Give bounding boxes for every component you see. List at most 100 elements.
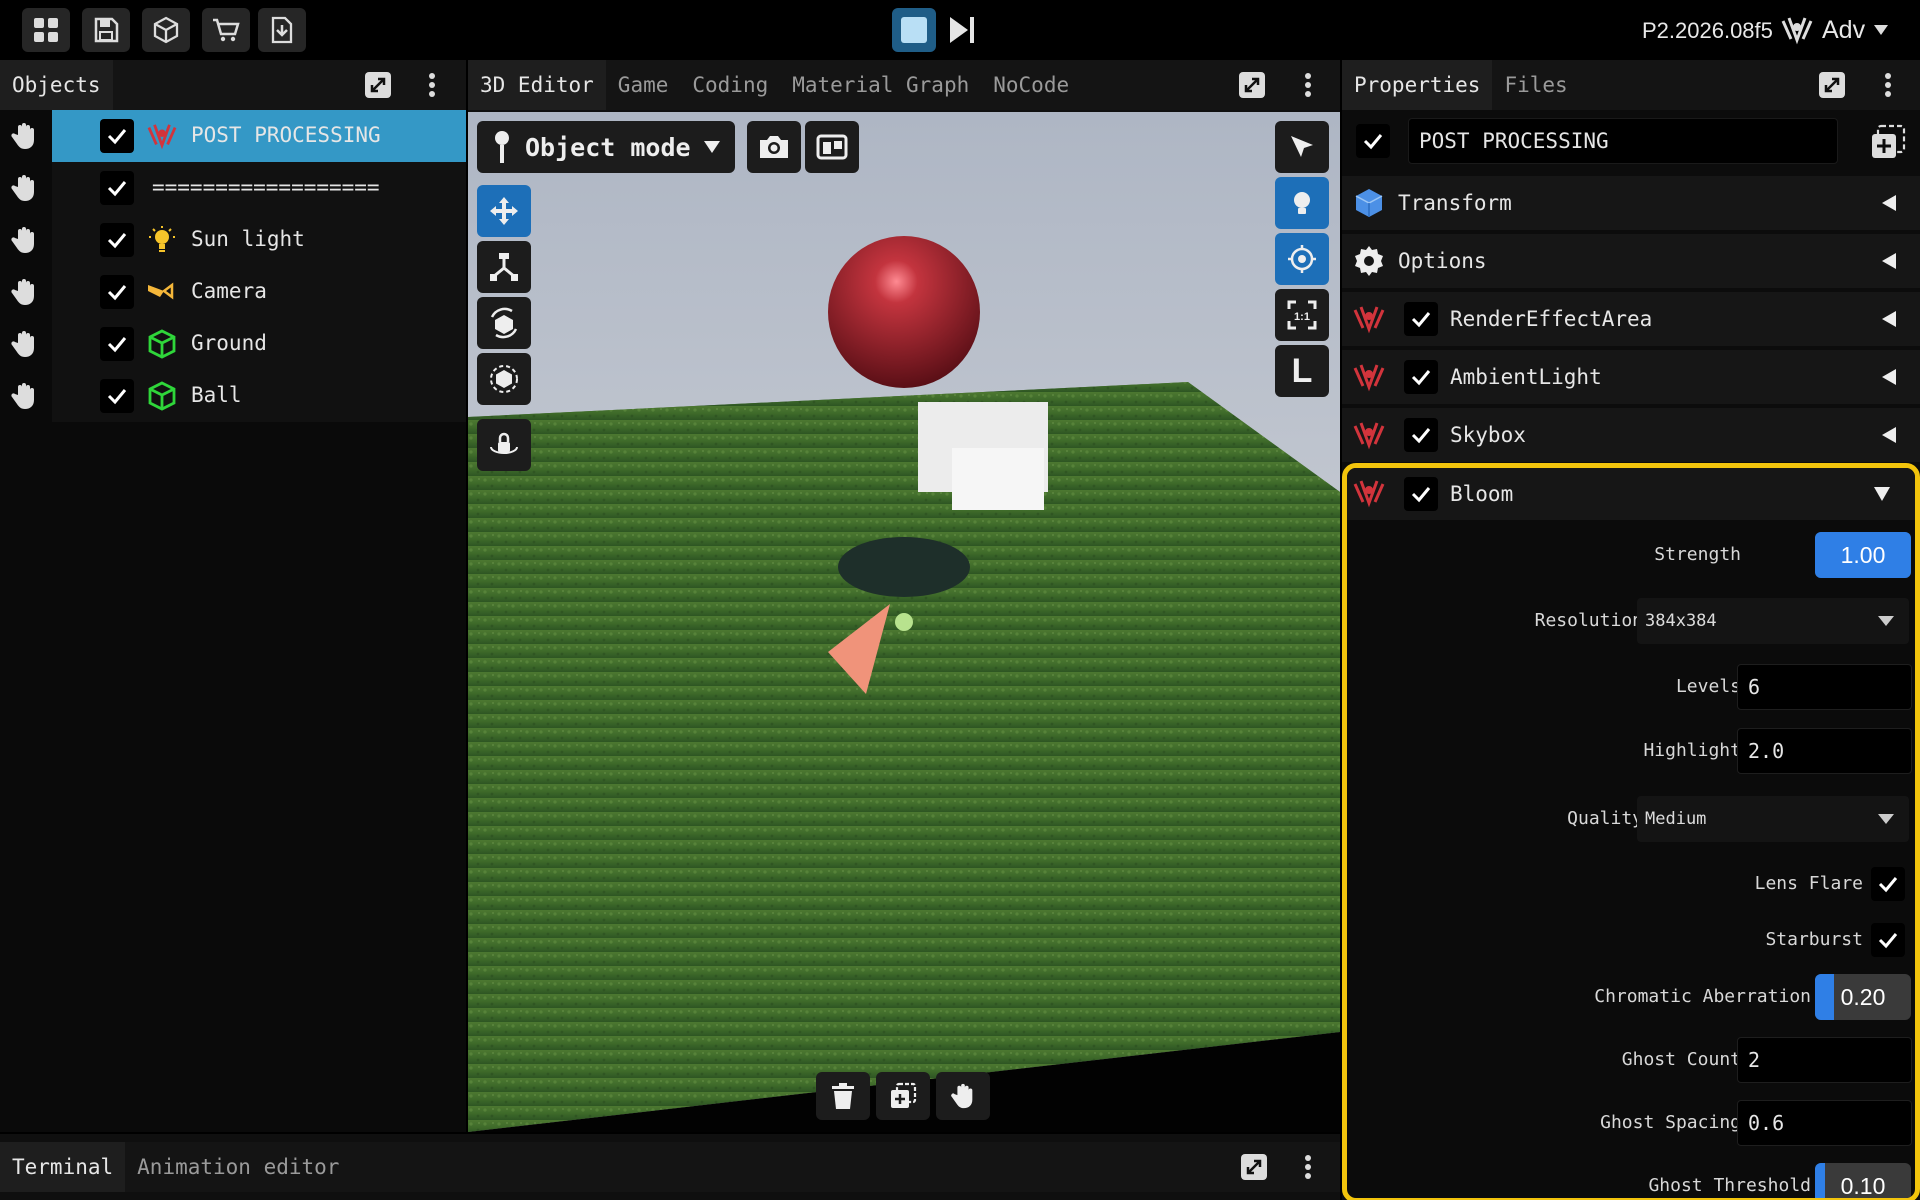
component-enabled-checkbox[interactable] [1404, 418, 1438, 452]
list-item[interactable]: Camera [0, 266, 466, 318]
chromatic-aberration-slider[interactable]: 0.20 [1815, 974, 1911, 1020]
expand-arrow-icon[interactable] [1873, 486, 1891, 502]
list-item[interactable]: Sun light [0, 214, 466, 266]
field-ghost-count: Ghost Count 2 [1347, 1035, 1915, 1085]
section-options[interactable]: Options [1342, 234, 1920, 288]
delete-button[interactable] [816, 1072, 870, 1120]
drag-hand-icon[interactable] [6, 274, 42, 310]
tab-material-graph[interactable]: Material Graph [780, 60, 981, 110]
collapse-arrow-icon[interactable] [1880, 194, 1898, 212]
component-enabled-checkbox[interactable] [1404, 302, 1438, 336]
section-label: Transform [1398, 191, 1512, 215]
user-menu[interactable]: Adv [1780, 10, 1889, 50]
save-icon[interactable] [82, 8, 130, 52]
more-menu-icon[interactable] [416, 69, 448, 101]
tab-terminal[interactable]: Terminal [0, 1142, 126, 1192]
list-item[interactable]: ================== [0, 162, 466, 214]
field-ghost-threshold: Ghost Threshold 0.10 [1347, 1161, 1915, 1198]
version-label: P2.2026.08f5 [1642, 18, 1773, 43]
expand-icon[interactable] [362, 69, 394, 101]
light-toggle-button[interactable] [1275, 177, 1329, 229]
visibility-checkbox[interactable] [100, 223, 134, 257]
collapse-arrow-icon[interactable] [1880, 368, 1898, 386]
list-item[interactable]: Ball [0, 370, 466, 422]
rotate-tool-button[interactable] [477, 297, 531, 349]
field-chromatic-aberration: Chromatic Aberration 0.20 [1347, 972, 1915, 1022]
visibility-checkbox[interactable] [100, 171, 134, 205]
highlight-input[interactable]: 2.0 [1737, 728, 1912, 774]
tab-3d-editor[interactable]: 3D Editor [468, 60, 606, 110]
tab-game[interactable]: Game [606, 60, 681, 110]
fit-view-button[interactable]: 1:1 [1275, 289, 1329, 341]
visibility-checkbox[interactable] [100, 327, 134, 361]
move-tool-button[interactable] [477, 185, 531, 237]
list-item[interactable]: POST PROCESSING [0, 110, 466, 162]
field-label: Ghost Spacing [1600, 1112, 1741, 1133]
trash-icon [832, 1083, 854, 1109]
object-enabled-checkbox[interactable] [1356, 124, 1390, 158]
tab-properties[interactable]: Properties [1342, 60, 1493, 110]
grid-icon[interactable] [22, 8, 70, 52]
levels-input[interactable]: 6 [1737, 664, 1912, 710]
expand-icon[interactable] [1816, 69, 1848, 101]
drag-hand-icon[interactable] [6, 222, 42, 258]
more-menu-icon[interactable] [1292, 1151, 1324, 1183]
cube-icon[interactable] [142, 8, 190, 52]
ghost-count-input[interactable]: 2 [1737, 1037, 1912, 1083]
tab-files[interactable]: Files [1492, 60, 1579, 110]
drag-hand-icon[interactable] [6, 118, 42, 154]
tab-objects[interactable]: Objects [0, 60, 113, 110]
step-forward-button[interactable] [940, 8, 984, 52]
scale-tool-button[interactable] [477, 241, 531, 293]
section-transform[interactable]: Transform [1342, 176, 1920, 230]
pan-button[interactable] [936, 1072, 990, 1120]
drag-hand-icon[interactable] [6, 378, 42, 414]
camera-capture-button[interactable] [747, 121, 801, 173]
drag-hand-icon[interactable] [6, 326, 42, 362]
strength-slider[interactable]: 1.00 [1815, 532, 1911, 578]
select-pointer-button[interactable] [1275, 121, 1329, 173]
collapse-arrow-icon[interactable] [1880, 426, 1898, 444]
list-item[interactable]: Ground [0, 318, 466, 370]
transform-tool-button[interactable] [477, 353, 531, 405]
section-skybox[interactable]: Skybox [1342, 408, 1920, 462]
expand-icon[interactable] [1238, 1151, 1270, 1183]
starburst-checkbox[interactable] [1871, 923, 1905, 957]
lens-flare-checkbox[interactable] [1871, 867, 1905, 901]
cart-icon[interactable] [202, 8, 250, 52]
ghost-threshold-slider[interactable]: 0.10 [1815, 1163, 1911, 1198]
local-space-button[interactable]: L [1275, 345, 1329, 397]
tab-nocode[interactable]: NoCode [981, 60, 1081, 110]
field-label: Ghost Threshold [1648, 1175, 1811, 1196]
tab-coding[interactable]: Coding [680, 60, 780, 110]
tab-animation-editor[interactable]: Animation editor [125, 1142, 351, 1192]
download-icon[interactable] [258, 8, 306, 52]
more-menu-icon[interactable] [1872, 69, 1904, 101]
visibility-checkbox[interactable] [100, 119, 134, 153]
bloom-header[interactable]: Bloom [1347, 468, 1915, 520]
collapse-arrow-icon[interactable] [1880, 310, 1898, 328]
add-component-button[interactable] [1868, 122, 1908, 162]
orbit-lock-button[interactable] [477, 419, 531, 471]
drag-hand-icon[interactable] [6, 170, 42, 206]
visibility-checkbox[interactable] [100, 379, 134, 413]
section-ambient-light[interactable]: AmbientLight [1342, 350, 1920, 404]
component-enabled-checkbox[interactable] [1404, 477, 1438, 511]
expand-icon[interactable] [1236, 69, 1268, 101]
3d-viewport[interactable]: Object mode 1:1 L [468, 112, 1340, 1132]
focus-target-button[interactable] [1275, 233, 1329, 285]
visibility-checkbox[interactable] [100, 275, 134, 309]
resolution-select[interactable]: 384x384 [1637, 598, 1909, 644]
mode-select[interactable]: Object mode [477, 121, 735, 173]
duplicate-button[interactable] [876, 1072, 930, 1120]
light-toggle-icon [1294, 192, 1310, 214]
camera-view-button[interactable] [805, 121, 859, 173]
collapse-arrow-icon[interactable] [1880, 252, 1898, 270]
more-menu-icon[interactable] [1292, 69, 1324, 101]
quality-select[interactable]: Medium [1637, 796, 1909, 842]
component-enabled-checkbox[interactable] [1404, 360, 1438, 394]
object-name-field[interactable]: POST PROCESSING [1408, 118, 1838, 164]
section-render-effect-area[interactable]: RenderEffectArea [1342, 292, 1920, 346]
stop-button[interactable] [892, 8, 936, 52]
ghost-spacing-input[interactable]: 0.6 [1737, 1100, 1912, 1146]
